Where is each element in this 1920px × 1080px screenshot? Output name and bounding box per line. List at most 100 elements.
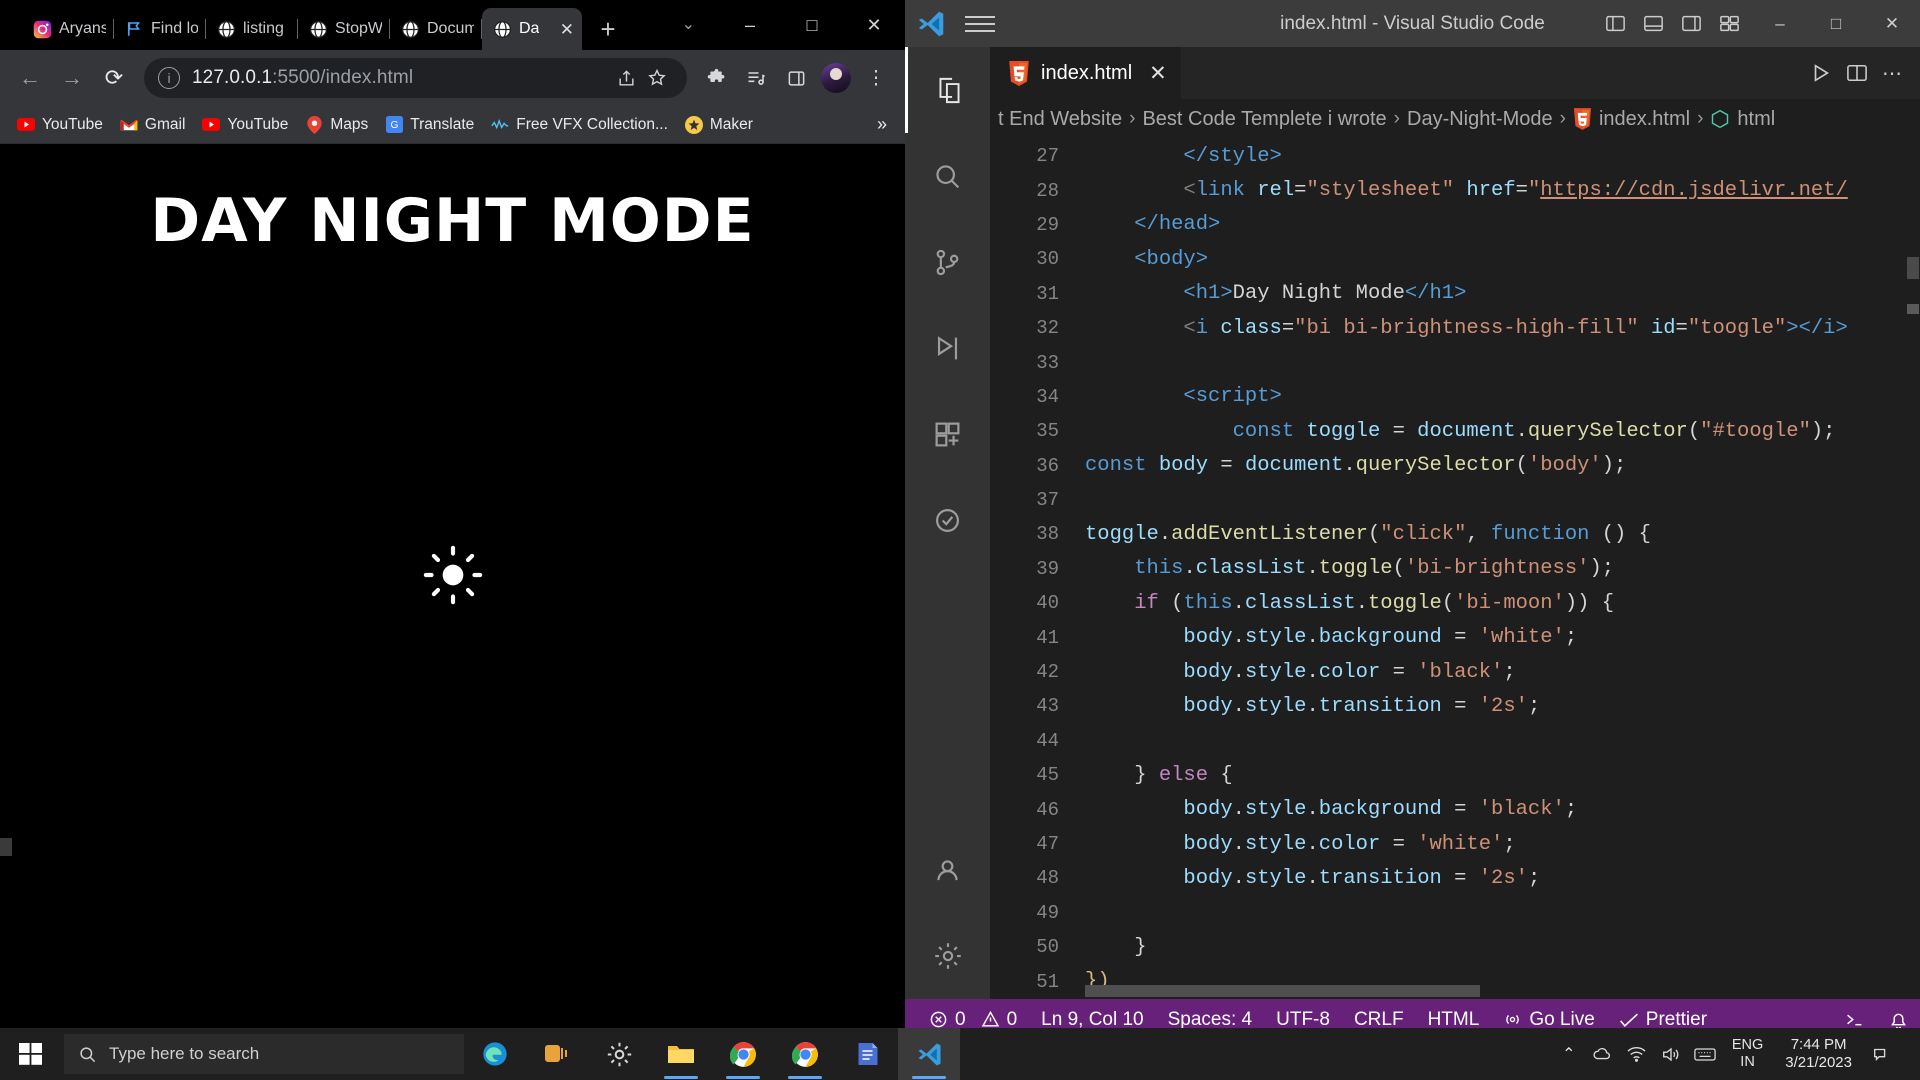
code-line[interactable]: 40 if (this.classList.toggle('bi-moon'))…	[990, 586, 1920, 620]
editor-horizontal-scrollbar[interactable]	[1085, 985, 1480, 997]
code-line[interactable]: 49	[990, 896, 1920, 930]
editor-tab-close-icon[interactable]: ✕	[1149, 61, 1167, 86]
code-line[interactable]: 43 body.style.transition = '2s';	[990, 689, 1920, 723]
code-line[interactable]: 48 body.style.transition = '2s';	[990, 861, 1920, 895]
split-editor-icon[interactable]	[1846, 63, 1868, 83]
code-line[interactable]: 31 <h1>Day Night Mode</h1>	[990, 277, 1920, 311]
browser-tab-5[interactable]: Docum	[390, 8, 482, 50]
bookmark-item-3[interactable]: Maps	[298, 113, 375, 137]
bookmark-star-icon[interactable]	[647, 68, 677, 88]
back-button[interactable]: ←	[10, 58, 50, 98]
network-icon[interactable]	[1622, 1028, 1652, 1080]
chrome-minimize-button[interactable]: –	[719, 0, 781, 50]
browser-tab-2[interactable]: Find lo	[114, 8, 206, 50]
tray-chevron-up-icon[interactable]: ⌃	[1554, 1028, 1584, 1080]
activity-run-and-debug-icon[interactable]	[905, 305, 990, 391]
bookmark-item-5[interactable]: Free VFX Collection...	[484, 113, 675, 137]
chrome-menu-icon[interactable]: ⋮	[857, 58, 895, 98]
code-line[interactable]: 42 body.style.color = 'black';	[990, 655, 1920, 689]
taskbar-task-view-icon[interactable]	[526, 1028, 588, 1080]
taskbar-chrome-icon-2[interactable]	[774, 1028, 836, 1080]
taskbar-file-explorer-icon[interactable]	[650, 1028, 712, 1080]
breadcrumb-item-4[interactable]: html	[1737, 108, 1775, 131]
toggle-primary-sidebar-icon[interactable]	[1598, 9, 1632, 39]
code-line[interactable]: 46 body.style.background = 'black';	[990, 792, 1920, 826]
code-line[interactable]: 38 toggle.addEventListener("click", funct…	[990, 517, 1920, 551]
site-info-icon[interactable]: i	[158, 67, 180, 89]
code-line[interactable]: 41 body.style.background = 'white';	[990, 620, 1920, 654]
breadcrumb-item-1[interactable]: Best Code Templete i wrote	[1142, 108, 1386, 131]
volume-icon[interactable]	[1656, 1028, 1686, 1080]
menu-icon[interactable]	[957, 15, 1005, 32]
show-desktop-button[interactable]	[1900, 1028, 1914, 1080]
code-line[interactable]: 36 const body = document.querySelector('b…	[990, 449, 1920, 483]
onedrive-icon[interactable]	[1588, 1028, 1618, 1080]
activity-explorer-icon[interactable]	[905, 47, 990, 133]
tab-close-icon[interactable]: ✕	[556, 21, 574, 38]
forward-button[interactable]: →	[52, 58, 92, 98]
code-line[interactable]: 39 this.classList.toggle('bi-brightness'…	[990, 552, 1920, 586]
address-bar[interactable]: i 127.0.0.1:5500/index.html	[144, 58, 687, 98]
code-line[interactable]: 47 body.style.color = 'white';	[990, 827, 1920, 861]
code-line[interactable]: 32 <i class="bi bi-brightness-high-fill"…	[990, 311, 1920, 345]
browser-tab-3[interactable]: listing	[206, 8, 298, 50]
taskbar-notepad-icon[interactable]	[836, 1028, 898, 1080]
editor-vertical-scrollbar[interactable]	[1906, 139, 1920, 1080]
activity-extensions-icon[interactable]	[905, 391, 990, 477]
activity-testing-icon[interactable]	[905, 477, 990, 563]
extensions-puzzle-icon[interactable]	[697, 58, 735, 98]
taskbar-edge-icon[interactable]	[464, 1028, 526, 1080]
bookmark-item-4[interactable]: G Translate	[378, 113, 481, 137]
vscode-minimize-button[interactable]: –	[1752, 0, 1808, 47]
code-line[interactable]: 33	[990, 345, 1920, 379]
notifications-icon[interactable]	[1866, 1028, 1896, 1080]
code-line[interactable]: 28 <link rel="stylesheet" href="https://…	[990, 173, 1920, 207]
language-indicator[interactable]: ENG IN	[1724, 1037, 1771, 1070]
reload-button[interactable]: ⟳	[94, 58, 134, 98]
taskbar-vscode-icon[interactable]	[898, 1028, 960, 1080]
run-code-icon[interactable]	[1810, 62, 1832, 84]
bookmark-item-2[interactable]: YouTube	[195, 113, 295, 137]
breadcrumb-item-2[interactable]: Day-Night-Mode	[1407, 108, 1553, 131]
breadcrumb-item-0[interactable]: t End Website	[998, 108, 1122, 131]
taskbar-chrome-icon[interactable]	[712, 1028, 774, 1080]
toggle-panel-icon[interactable]	[1636, 9, 1670, 39]
bookmark-item-6[interactable]: Maker	[678, 113, 760, 137]
activity-accounts-icon[interactable]	[905, 827, 990, 913]
reading-list-icon[interactable]	[737, 58, 775, 98]
theme-toggle-button[interactable]	[0, 544, 905, 606]
code-line[interactable]: 44	[990, 724, 1920, 758]
browser-tab-4[interactable]: StopW	[298, 8, 390, 50]
activity-settings-gear-icon[interactable]	[905, 913, 990, 999]
toggle-secondary-sidebar-icon[interactable]	[1674, 9, 1708, 39]
taskbar-search-box[interactable]: Type here to search	[64, 1034, 464, 1074]
windows-start-icon[interactable]	[0, 1028, 62, 1080]
code-line[interactable]: 27 </style>	[990, 139, 1920, 173]
bookmarks-overflow-button[interactable]: »	[869, 114, 895, 135]
vscode-close-button[interactable]: ✕	[1864, 0, 1920, 47]
new-tab-button[interactable]: +	[590, 11, 626, 47]
activity-search-icon[interactable]	[905, 133, 990, 219]
more-actions-icon[interactable]: ⋯	[1882, 61, 1902, 86]
browser-tab-6-active[interactable]: Da ✕	[482, 8, 582, 50]
code-line[interactable]: 50 }	[990, 930, 1920, 964]
keyboard-icon[interactable]	[1690, 1028, 1720, 1080]
browser-tab-1[interactable]: Aryans	[22, 8, 114, 50]
taskbar-settings-icon[interactable]	[588, 1028, 650, 1080]
activity-source-control-icon[interactable]	[905, 219, 990, 305]
bookmark-item-1[interactable]: Gmail	[113, 113, 192, 137]
tab-search-chevron-down-icon[interactable]: ⌄	[682, 14, 695, 34]
breadcrumb-item-3[interactable]: index.html	[1599, 108, 1690, 131]
chrome-maximize-button[interactable]: □	[781, 0, 843, 50]
bookmark-item-0[interactable]: YouTube	[10, 113, 110, 137]
code-editor[interactable]: 27 </style> 28 <link rel="stylesheet" hre…	[990, 139, 1920, 999]
chrome-close-button[interactable]: ✕	[843, 0, 905, 50]
code-line[interactable]: 35 const toggle = document.querySelector…	[990, 414, 1920, 448]
code-line[interactable]: 37	[990, 483, 1920, 517]
code-line[interactable]: 45 } else {	[990, 758, 1920, 792]
taskbar-clock[interactable]: 7:44 PM 3/21/2023	[1775, 1036, 1862, 1072]
side-panel-icon[interactable]	[777, 58, 815, 98]
editor-tab-index-html[interactable]: index.html ✕	[990, 47, 1181, 99]
code-line[interactable]: 34 <script>	[990, 380, 1920, 414]
avatar[interactable]	[821, 63, 851, 93]
